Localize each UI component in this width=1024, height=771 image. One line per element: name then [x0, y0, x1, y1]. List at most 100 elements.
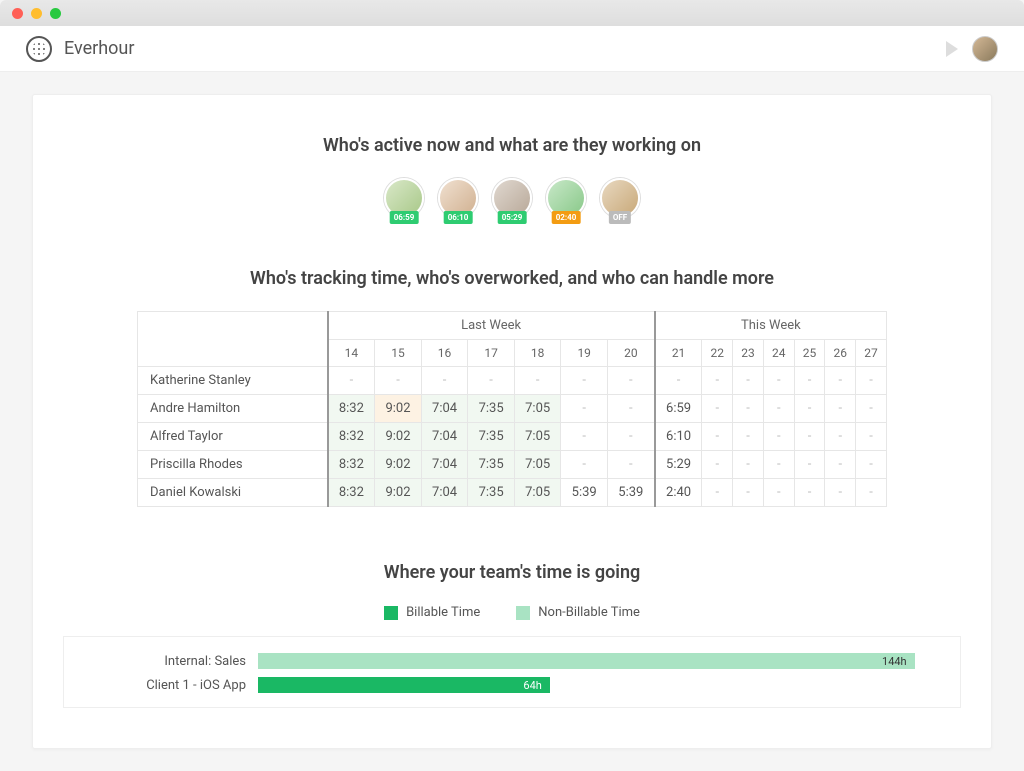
time-cell: 7:05: [514, 423, 561, 451]
minimize-icon[interactable]: [31, 8, 42, 19]
table-row: Katherine Stanley--------------: [138, 367, 887, 395]
time-cell: -: [794, 367, 825, 395]
time-cell: 7:35: [468, 451, 515, 479]
day-header: 22: [702, 340, 733, 367]
browser-chrome: [0, 0, 1024, 26]
time-cell: -: [856, 479, 887, 507]
table-row: Daniel Kowalski8:329:027:047:357:055:395…: [138, 479, 887, 507]
active-person[interactable]: 02:40: [546, 178, 586, 218]
day-header: 14: [328, 340, 375, 367]
day-header: 26: [825, 340, 856, 367]
time-cell: 7:04: [421, 423, 468, 451]
time-cell: -: [856, 423, 887, 451]
section-title-active: Who's active now and what are they worki…: [63, 135, 961, 156]
app-header: Everhour: [0, 26, 1024, 72]
time-cell: 7:05: [514, 479, 561, 507]
day-header: 23: [733, 340, 764, 367]
time-cell: -: [856, 367, 887, 395]
time-cell: -: [794, 479, 825, 507]
time-cell: -: [794, 395, 825, 423]
active-person[interactable]: 06:59: [384, 178, 424, 218]
time-cell: -: [763, 395, 794, 423]
time-cell: -: [561, 451, 608, 479]
time-cell: -: [655, 367, 702, 395]
time-cell: -: [561, 395, 608, 423]
chart-legend: Billable Time Non-Billable Time: [63, 605, 961, 620]
table-row: Alfred Taylor8:329:027:047:357:05--6:10-…: [138, 423, 887, 451]
swatch-nonbillable-icon: [516, 606, 530, 620]
legend-label-billable: Billable Time: [406, 605, 480, 620]
legend-billable: Billable Time: [384, 605, 480, 620]
time-cell: 2:40: [655, 479, 702, 507]
time-cell: -: [702, 451, 733, 479]
time-cell: -: [825, 395, 856, 423]
person-name[interactable]: Alfred Taylor: [138, 423, 328, 451]
brand[interactable]: Everhour: [26, 36, 134, 62]
time-cell: 6:10: [655, 423, 702, 451]
time-cell: -: [825, 451, 856, 479]
time-cell: -: [607, 423, 654, 451]
day-header: 21: [655, 340, 702, 367]
time-cell: 7:04: [421, 479, 468, 507]
section-title-timegoing: Where your team's time is going: [63, 562, 961, 583]
time-cell: -: [733, 451, 764, 479]
bar-label: Internal: Sales: [82, 654, 258, 669]
time-cell: -: [763, 479, 794, 507]
week-header-last: Last Week: [328, 312, 655, 340]
time-cell: -: [763, 367, 794, 395]
time-cell: -: [514, 367, 561, 395]
bar-label: Client 1 - iOS App: [82, 678, 258, 693]
time-cell: 8:32: [328, 395, 375, 423]
person-name[interactable]: Priscilla Rhodes: [138, 451, 328, 479]
time-cell: 8:32: [328, 423, 375, 451]
user-avatar[interactable]: [972, 36, 998, 62]
clock-icon: [26, 36, 52, 62]
bar-fill[interactable]: 144h: [258, 653, 915, 669]
day-header: 25: [794, 340, 825, 367]
dashboard-card: Who's active now and what are they worki…: [32, 94, 992, 749]
time-cell: -: [794, 451, 825, 479]
time-cell: 7:35: [468, 423, 515, 451]
person-name[interactable]: Daniel Kowalski: [138, 479, 328, 507]
time-cell: -: [825, 423, 856, 451]
table-row: Andre Hamilton8:329:027:047:357:05--6:59…: [138, 395, 887, 423]
time-cell: 5:39: [561, 479, 608, 507]
time-badge: 05:29: [498, 211, 527, 224]
section-title-tracking: Who's tracking time, who's overworked, a…: [63, 268, 961, 289]
swatch-billable-icon: [384, 606, 398, 620]
legend-label-nonbillable: Non-Billable Time: [538, 605, 640, 620]
active-person[interactable]: 05:29: [492, 178, 532, 218]
time-cell: -: [702, 367, 733, 395]
time-cell: 6:59: [655, 395, 702, 423]
play-icon[interactable]: [946, 41, 958, 57]
day-header: 19: [561, 340, 608, 367]
time-cell: 7:04: [421, 451, 468, 479]
time-cell: -: [733, 479, 764, 507]
day-header: 18: [514, 340, 561, 367]
time-cell: -: [856, 395, 887, 423]
time-cell: -: [763, 451, 794, 479]
maximize-icon[interactable]: [50, 8, 61, 19]
active-person[interactable]: OFF: [600, 178, 640, 218]
close-icon[interactable]: [12, 8, 23, 19]
time-cell: -: [607, 395, 654, 423]
time-cell: 7:05: [514, 395, 561, 423]
table-corner: [138, 312, 328, 367]
time-cell: 8:32: [328, 479, 375, 507]
time-badge: OFF: [609, 211, 631, 224]
active-person[interactable]: 06:10: [438, 178, 478, 218]
legend-nonbillable: Non-Billable Time: [516, 605, 640, 620]
time-cell: -: [421, 367, 468, 395]
person-name[interactable]: Katherine Stanley: [138, 367, 328, 395]
time-cell: 8:32: [328, 451, 375, 479]
time-cell: 9:02: [375, 395, 422, 423]
time-cell: -: [702, 395, 733, 423]
day-header: 16: [421, 340, 468, 367]
time-cell: -: [763, 423, 794, 451]
time-cell: 7:35: [468, 479, 515, 507]
person-name[interactable]: Andre Hamilton: [138, 395, 328, 423]
bar-fill[interactable]: 64h: [258, 677, 550, 693]
time-badge: 06:59: [390, 211, 419, 224]
time-cell: -: [733, 367, 764, 395]
time-cell: -: [733, 423, 764, 451]
